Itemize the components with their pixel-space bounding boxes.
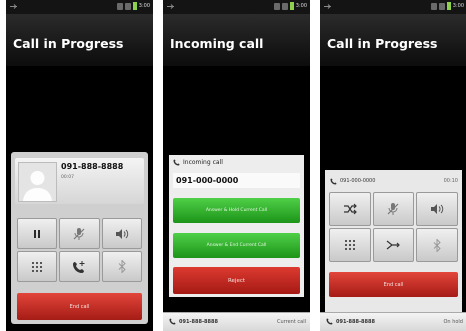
usb-icon [167,4,174,9]
mute-button[interactable] [59,218,100,249]
mute-mic-icon [74,227,85,240]
pause-icon [34,229,41,238]
held-call-number: 091-888-8888 [336,318,375,325]
screen-title: Call in Progress [327,36,438,51]
avatar [18,162,57,202]
signal-icon [281,2,288,10]
add-call-button[interactable] [59,251,100,282]
phone-icon [330,178,337,184]
signal-icon [124,2,131,10]
current-call-info: 091-888-8888 [169,318,218,325]
contact-number: 091-888-8888 [61,162,124,171]
title-bar: Incoming call [163,14,310,66]
usb-icon [324,4,331,9]
call-in-progress-hold-screen: 3:00 Call in Progress 091-000-0000 00:10 [320,0,466,331]
speaker-button[interactable] [416,192,458,226]
status-bar: 3:00 [163,0,310,14]
current-call-status: Current call [277,319,306,325]
bluetooth-button[interactable] [416,228,458,262]
contact-silhouette-icon [23,171,52,201]
end-call-button[interactable]: End call [329,272,458,297]
held-call-status: On hold [443,319,464,325]
incoming-header: Incoming call [173,159,223,166]
swap-calls-button[interactable] [329,192,371,226]
screen-title: Incoming call [170,36,264,51]
mute-button[interactable] [372,192,415,226]
end-call-button[interactable]: End call [17,293,142,320]
held-call-info: 091-888-8888 [326,318,375,325]
bluetooth-icon [118,260,126,273]
speaker-button[interactable] [101,218,142,249]
phone-icon [169,318,176,325]
dialpad-button[interactable] [17,251,58,282]
signal-icon [438,2,445,10]
answer-hold-button[interactable]: Answer & Hold Current Call [173,198,300,223]
merge-calls-button[interactable] [372,228,415,262]
incoming-call-screen: 3:00 Incoming call Incoming call 091-000… [163,0,310,331]
merge-icon [387,240,401,250]
dialpad-icon [344,240,355,250]
battery-icon [446,2,451,10]
status-time: 3:00 [295,3,307,9]
usb-icon [10,4,17,9]
wifi-icon [116,2,123,10]
title-bar: Call in Progress [320,14,466,66]
speaker-icon [431,204,444,214]
battery-icon [132,2,137,10]
incoming-number: 091-000-0000 [173,173,300,188]
wifi-icon [430,2,437,10]
incoming-call-card: Incoming call 091-000-0000 Answer & Hold… [169,155,304,297]
contact-card: 091-888-8888 00:07 [15,158,144,204]
call-duration: 00:07 [61,175,74,180]
screen-title: Call in Progress [13,36,124,51]
mute-mic-icon [388,203,399,215]
call-controls [329,192,458,264]
title-bar: Call in Progress [6,14,153,66]
status-bar: 3:00 [6,0,153,14]
call-controls [17,218,142,284]
status-time: 3:00 [138,3,150,9]
swap-icon [343,203,357,215]
hold-button[interactable] [17,218,58,249]
current-call-number: 091-888-8888 [179,318,218,325]
held-call-bar: 091-888-8888 On hold [320,312,466,331]
active-call-duration: 00:10 [443,178,458,184]
wifi-icon [273,2,280,10]
reject-button[interactable]: Reject [173,267,300,294]
bluetooth-button[interactable] [101,251,142,282]
add-call-icon [73,260,85,273]
active-call-number: 091-000-0000 [340,178,376,184]
phone-icon [326,318,333,325]
status-bar: 3:00 [320,0,466,14]
current-call-bar: 091-888-8888 Current call [163,312,310,331]
incoming-label: Incoming call [183,159,223,166]
phone-icon [173,159,180,166]
speaker-icon [115,228,128,239]
bluetooth-icon [433,238,441,252]
dialpad-button[interactable] [329,228,371,262]
dialpad-icon [32,261,43,272]
answer-end-button[interactable]: Answer & End Current Call [173,233,300,258]
status-time: 3:00 [452,3,464,9]
active-call-row: 091-000-0000 [330,175,459,187]
call-in-progress-screen: 3:00 Call in Progress 091-888-8888 00:07 [6,0,153,331]
battery-icon [289,2,294,10]
